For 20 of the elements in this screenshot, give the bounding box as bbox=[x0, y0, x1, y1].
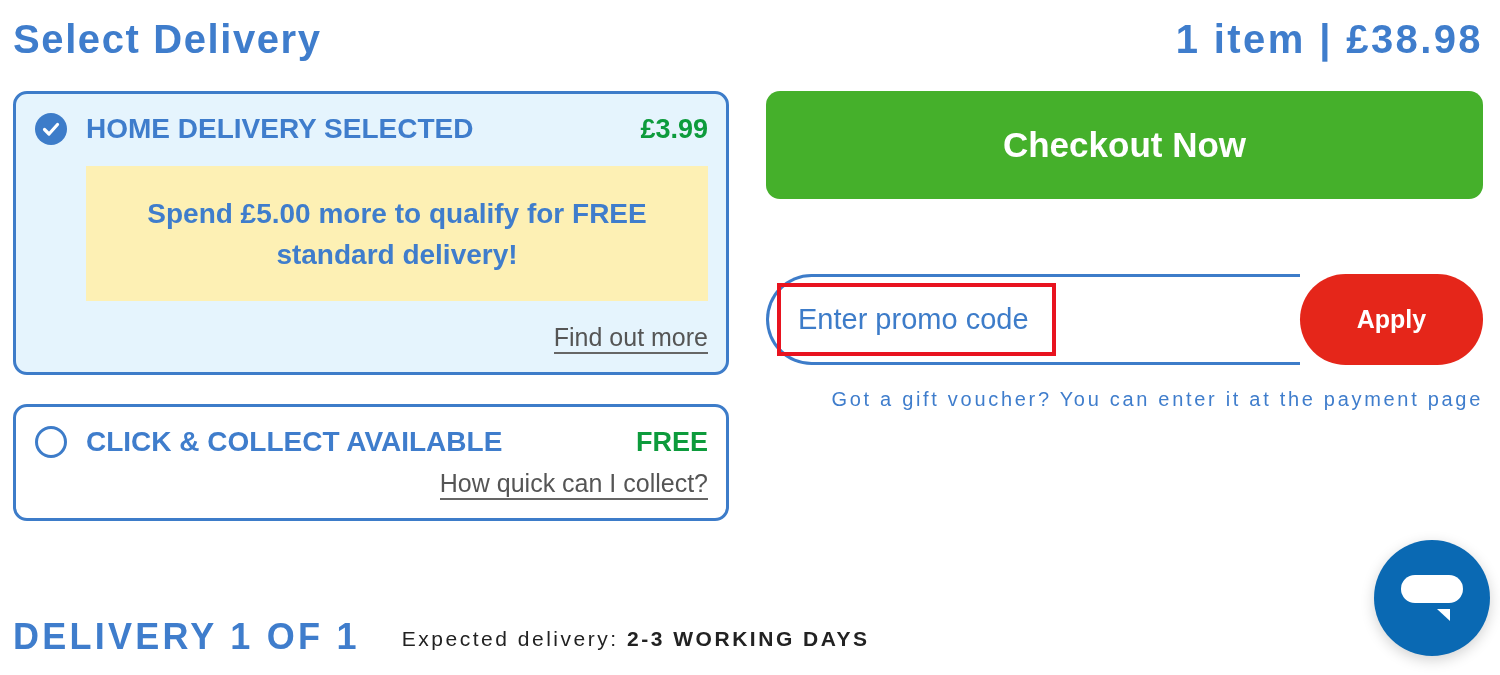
delivery-heading: DELIVERY 1 OF 1 bbox=[13, 615, 360, 659]
delivery-option-card[interactable]: HOME DELIVERY SELECTED £3.99 Spend £5.00 more to qualify for FREE standard delivery! Find out more bbox=[13, 91, 729, 375]
option-title: CLICK & COLLECT AVAILABLE bbox=[86, 425, 503, 459]
order-summary: 1 item | £38.98 bbox=[1175, 16, 1483, 64]
info-link[interactable]: Find out more bbox=[553, 322, 708, 354]
chat-bubble-icon bbox=[1401, 575, 1463, 621]
page-title: Select Delivery bbox=[13, 16, 322, 63]
free-delivery-notice: Spend £5.00 more to qualify for FREE standard delivery! bbox=[86, 166, 708, 301]
expected-delivery: Expected delivery: 2-3 WORKING DAYS bbox=[401, 626, 870, 653]
info-link[interactable]: How quick can I collect? bbox=[439, 468, 708, 500]
option-price: £3.99 bbox=[640, 112, 708, 146]
chat-button[interactable] bbox=[1374, 540, 1490, 656]
radio-circle-icon bbox=[35, 426, 67, 458]
check-circle-icon bbox=[35, 113, 67, 145]
option-price: FREE bbox=[636, 425, 708, 459]
apply-button[interactable]: Apply bbox=[1300, 274, 1483, 365]
delivery-option-card[interactable]: CLICK & COLLECT AVAILABLE FREE How quick can I collect? bbox=[13, 404, 729, 521]
promo-code-field[interactable]: Enter promo code bbox=[766, 274, 1300, 365]
option-title: HOME DELIVERY SELECTED bbox=[86, 112, 474, 146]
gift-voucher-note: Got a gift voucher? You can enter it at the payment page bbox=[831, 387, 1483, 412]
